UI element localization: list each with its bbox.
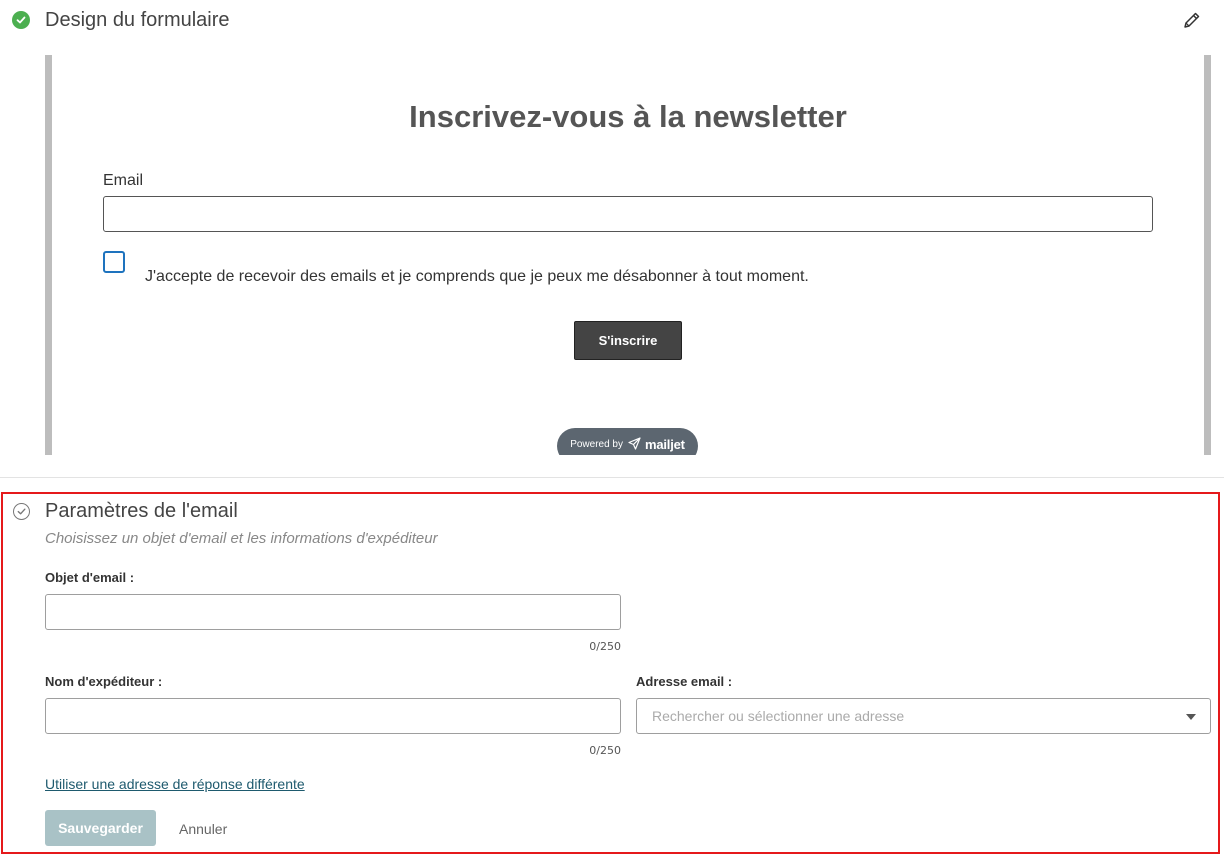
sender-name-input[interactable] (45, 698, 621, 734)
powered-by-badge[interactable]: Powered by mailjet (557, 428, 698, 455)
email-settings-section: Paramètres de l'email Choisissez un obje… (1, 492, 1220, 854)
sender-address-label: Adresse email : (636, 674, 733, 689)
reply-address-link[interactable]: Utiliser une adresse de réponse différen… (45, 776, 305, 792)
pencil-icon[interactable] (1182, 10, 1202, 30)
caret-down-icon (1186, 714, 1196, 720)
subject-input[interactable] (45, 594, 621, 630)
form-preview: Inscrivez-vous à la newsletter Email J'a… (45, 55, 1211, 455)
design-section-header[interactable]: Design du formulaire (12, 8, 230, 32)
newsletter-heading: Inscrivez-vous à la newsletter (409, 99, 847, 134)
check-circle-outline-icon (13, 503, 30, 520)
section-divider (0, 477, 1224, 478)
paper-plane-icon (628, 437, 641, 453)
subscribe-button[interactable]: S'inscrire (574, 321, 682, 360)
preview-email-label: Email (103, 172, 144, 189)
save-button[interactable]: Sauvegarder (45, 810, 156, 846)
consent-checkbox[interactable] (103, 251, 125, 273)
design-section-title: Design du formulaire (45, 9, 230, 31)
sender-address-placeholder: Rechercher ou sélectionner une adresse (652, 708, 905, 724)
preview-email-input[interactable] (103, 196, 1153, 232)
subject-label: Objet d'email : (45, 570, 135, 585)
sender-name-counter: 0/250 (589, 744, 621, 757)
powered-by-text: Powered by (570, 439, 623, 450)
consent-text: J'accepte de recevoir des emails et je c… (145, 268, 809, 285)
check-circle-icon (12, 11, 30, 29)
settings-title: Paramètres de l'email (45, 500, 238, 522)
form-design-section: Design du formulaire Inscrivez-vous à la… (0, 0, 1224, 478)
sender-name-label: Nom d'expéditeur : (45, 674, 163, 689)
mailjet-logo: mailjet (645, 437, 685, 452)
sender-address-select[interactable]: Rechercher ou sélectionner une adresse (636, 698, 1211, 734)
cancel-button[interactable]: Annuler (179, 821, 227, 837)
settings-subtitle: Choisissez un objet d'email et les infor… (45, 530, 438, 547)
subject-counter: 0/250 (589, 640, 621, 653)
